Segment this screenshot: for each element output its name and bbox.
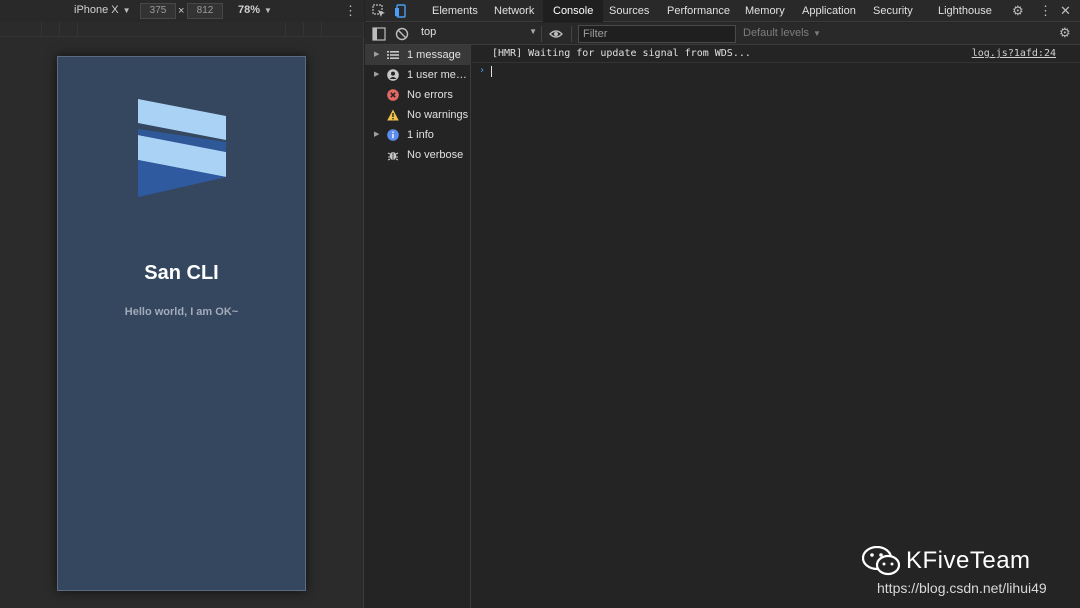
context-value: top: [421, 26, 437, 38]
kebab-icon[interactable]: ⋮: [1039, 3, 1052, 19]
dimension-separator: ×: [178, 5, 185, 17]
sidebar-item-errors[interactable]: No errors: [365, 85, 470, 105]
ruler-segment[interactable]: [78, 22, 286, 36]
console-toolbar: top ▼ Filter Default levels ▼ ⚙: [365, 23, 1080, 45]
zoom-value: 78%: [238, 4, 261, 16]
device-toolbar: iPhone X ▼ 375 × 812 78% ▼ ⋮: [0, 0, 364, 22]
tab-security[interactable]: Security: [867, 0, 919, 22]
close-icon[interactable]: ✕: [1060, 3, 1071, 19]
sidebar-item-info[interactable]: ▶ 1 info: [365, 125, 470, 145]
sidebar-item-messages[interactable]: ▶ 1 message: [365, 45, 470, 65]
ruler-segment[interactable]: [286, 22, 304, 36]
list-icon: [387, 51, 399, 59]
sidebar-item-label: 1 info: [407, 129, 434, 141]
app-subtitle: Hello world, I am OK~: [124, 306, 239, 318]
expand-arrow-icon[interactable]: ▶: [374, 65, 379, 85]
chevron-down-icon: ▼: [122, 5, 131, 15]
tab-lighthouse[interactable]: Lighthouse: [932, 0, 998, 22]
ruler-segment[interactable]: [322, 22, 364, 36]
device-toolbar-icon[interactable]: [394, 4, 408, 18]
console-source-link[interactable]: log.js?1afd:24: [972, 48, 1056, 59]
console-message-row: [HMR] Waiting for update signal from WDS…: [472, 45, 1080, 63]
divider: [541, 26, 542, 42]
sidebar-item-warnings[interactable]: No warnings: [365, 105, 470, 125]
console-sidebar: ▶ 1 message ▶ 1 user messages: [365, 45, 471, 608]
watermark-brand: KFiveTeam: [862, 546, 1031, 576]
tab-performance[interactable]: Performance: [661, 0, 736, 22]
device-select[interactable]: iPhone X ▼: [74, 4, 131, 16]
sidebar-toggle-icon[interactable]: [372, 27, 386, 41]
devtools-panel: Elements Network Console Sources Perform…: [365, 0, 1080, 608]
devtools-window: iPhone X ▼ 375 × 812 78% ▼ ⋮ San CLI Hel…: [0, 0, 1080, 608]
ruler-segment[interactable]: [60, 22, 78, 36]
sidebar-item-label: No errors: [407, 89, 453, 101]
chevron-down-icon: ▼: [529, 27, 537, 36]
info-icon: [387, 129, 399, 141]
context-select[interactable]: top ▼: [421, 26, 537, 42]
device-emulation-pane: iPhone X ▼ 375 × 812 78% ▼ ⋮ San CLI Hel…: [0, 0, 364, 608]
tab-console[interactable]: Console: [543, 0, 604, 22]
media-query-ruler: [0, 22, 364, 37]
divider: [571, 26, 572, 42]
expand-arrow-icon[interactable]: ▶: [374, 45, 379, 65]
ruler-segment[interactable]: [0, 22, 42, 36]
log-levels-select[interactable]: Default levels ▼: [743, 27, 821, 39]
tab-network[interactable]: Network: [488, 0, 540, 22]
ruler-segment[interactable]: [304, 22, 322, 36]
console-message-text: [HMR] Waiting for update signal from WDS…: [492, 48, 751, 59]
console-settings-gear-icon[interactable]: ⚙: [1059, 25, 1071, 41]
tab-memory[interactable]: Memory: [739, 0, 791, 22]
console-prompt-icon: ›: [479, 65, 486, 76]
watermark-url: https://blog.csdn.net/lihui49: [877, 580, 1047, 596]
clear-console-icon[interactable]: [395, 27, 409, 41]
sidebar-item-user-messages[interactable]: ▶ 1 user messages: [365, 65, 470, 85]
chevron-down-icon: ▼: [264, 5, 272, 15]
san-logo-icon: [138, 99, 226, 197]
sidebar-item-verbose[interactable]: No verbose: [365, 145, 470, 165]
tab-elements[interactable]: Elements: [426, 0, 484, 22]
sidebar-item-label: No verbose: [407, 149, 464, 161]
bug-icon: [387, 152, 399, 161]
watermark-brand-text: KFiveTeam: [906, 547, 1031, 574]
kebab-icon[interactable]: ⋮: [344, 3, 357, 19]
width-input[interactable]: 375: [140, 3, 176, 19]
error-icon: [387, 89, 399, 101]
log-levels-label: Default levels: [743, 27, 810, 39]
wechat-icon: [862, 546, 900, 576]
sidebar-item-label: 1 message: [407, 49, 461, 61]
devtools-tab-bar: Elements Network Console Sources Perform…: [365, 0, 1080, 22]
console-input-cursor[interactable]: [491, 66, 492, 77]
sidebar-item-label: No warnings: [407, 109, 469, 121]
device-name: iPhone X: [74, 4, 119, 16]
console-output[interactable]: [HMR] Waiting for update signal from WDS…: [472, 45, 1080, 608]
expand-arrow-icon[interactable]: ▶: [374, 125, 379, 145]
zoom-select[interactable]: 78% ▼: [238, 4, 272, 16]
height-input[interactable]: 812: [187, 3, 223, 19]
gear-icon[interactable]: ⚙: [1012, 3, 1024, 19]
device-viewport: San CLI Hello world, I am OK~: [57, 56, 306, 591]
tab-application[interactable]: Application: [796, 0, 862, 22]
app-title: San CLI: [144, 262, 219, 284]
user-icon: [387, 69, 399, 81]
ruler-segment[interactable]: [42, 22, 60, 36]
tab-sources[interactable]: Sources: [603, 0, 655, 22]
eye-icon[interactable]: [549, 27, 563, 41]
chevron-down-icon: ▼: [813, 28, 821, 38]
sidebar-item-label: 1 user messages: [407, 69, 469, 81]
filter-input[interactable]: Filter: [578, 25, 736, 43]
warning-icon: [387, 109, 399, 121]
inspect-element-icon[interactable]: [372, 4, 386, 18]
